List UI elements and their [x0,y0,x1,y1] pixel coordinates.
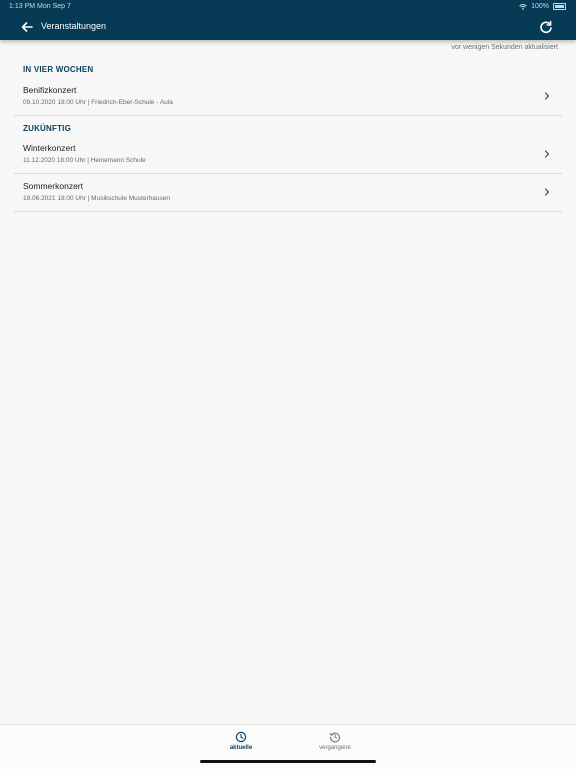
app-bar: 1:13 PM Mon Sep 7 100% Veranstaltungen [0,0,576,40]
refresh-icon[interactable] [538,19,554,35]
last-updated-text: vor wenigen Sekunden aktualisiert [451,44,558,51]
chevron-right-icon [544,92,550,100]
chevron-right-icon [544,188,550,196]
event-name: Winterkonzert [23,143,76,153]
status-bar: 1:13 PM Mon Sep 7 100% [0,0,576,13]
battery-icon [553,3,566,10]
back-arrow-icon[interactable] [19,19,35,35]
clock-icon [235,731,247,743]
event-name: Sommerkonzert [23,181,83,191]
page-title: Veranstaltungen [41,21,107,31]
home-indicator [200,760,376,763]
status-indicators: 100% [519,3,566,10]
tab-vergangene[interactable]: vergangene [305,731,365,757]
tab-aktuelle[interactable]: aktuelle [211,731,271,757]
section-header-in-vier-wochen: IN VIER WOCHEN [23,65,94,74]
battery-percent: 100% [531,3,549,10]
status-date-text: Mon Sep 7 [37,3,71,10]
event-row-benifizkonzert[interactable]: Benifizkonzert 09.10.2020 18:00 Uhr | Fr… [14,77,562,116]
status-time-text: 1:13 PM [9,3,36,10]
chevron-right-icon [544,150,550,158]
section-header-zukuenftig: ZUKÜNFTIG [23,124,72,133]
tab-label-aktuelle: aktuelle [229,745,253,751]
event-name: Benifizkonzert [23,85,77,95]
event-row-sommerkonzert[interactable]: Sommerkonzert 19.06.2021 18:00 Uhr | Mus… [14,173,562,212]
event-details: 09.10.2020 18:00 Uhr | Friedrich-Eber-Sc… [23,99,173,106]
event-details: 11.12.2020 18:00 Uhr | Heinemann Schule [23,157,146,164]
tab-label-vergangene: vergangene [319,745,351,751]
event-row-winterkonzert[interactable]: Winterkonzert 11.12.2020 18:00 Uhr | Hei… [14,135,562,174]
status-time: 1:13 PM Mon Sep 7 [9,3,71,10]
event-details: 19.06.2021 18:00 Uhr | Musikschule Muste… [23,195,170,202]
history-icon [329,732,340,743]
wifi-icon [519,3,527,10]
